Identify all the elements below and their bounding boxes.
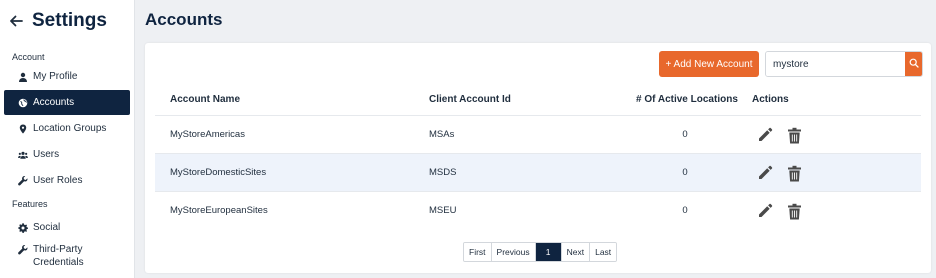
search-button[interactable] [905,52,922,76]
sidebar-item-users[interactable]: Users [4,142,130,167]
pagination-first[interactable]: First [464,243,492,261]
pagination: First Previous 1 Next Last [463,242,618,262]
back-arrow-icon[interactable] [8,13,24,29]
globe-icon [18,98,28,108]
account-name-cell: MyStoreAmericas [170,129,245,140]
header-account-name[interactable]: Account Name [170,94,240,105]
map-pin-icon [18,124,28,134]
sidebar-item-location-groups[interactable]: Location Groups [4,116,130,141]
table-row: MyStoreAmericas MSAs 0 [155,115,921,153]
accounts-card: + Add New Account Account Name Client Ac… [145,43,931,273]
client-id-cell: MSAs [429,129,455,140]
search-box [765,51,923,77]
sidebar-item-label: Social [33,222,61,233]
account-name-cell: MyStoreEuropeanSites [170,205,268,216]
pagination-next[interactable]: Next [561,243,591,261]
sidebar-item-label: User Roles [33,175,83,186]
edit-icon[interactable] [756,201,774,221]
client-id-cell: MSDS [429,167,457,178]
sidebar-title: Settings [32,10,107,31]
section-account-label: Account [12,52,45,62]
locations-cell: 0 [682,167,688,178]
search-icon [909,55,919,73]
pagination-last[interactable]: Last [590,243,617,261]
client-id-cell: MSEU [429,205,457,216]
sidebar-item-label: Users [33,149,60,160]
sidebar-item-social[interactable]: Social [4,215,130,240]
sidebar-item-label: My Profile [33,71,78,82]
user-icon [18,72,28,82]
pagination-previous[interactable]: Previous [491,243,536,261]
sidebar-item-label: Location Groups [33,123,107,134]
add-new-account-button[interactable]: + Add New Account [659,51,759,77]
account-name-cell: MyStoreDomesticSites [170,167,267,178]
sidebar-item-accounts[interactable]: Accounts [4,90,130,115]
table-row: MyStoreEuropeanSites MSEU 0 [155,191,921,229]
sidebar-header: Settings [0,0,134,42]
trash-icon[interactable] [785,201,803,221]
users-icon [18,150,28,160]
page-title: Accounts [145,10,223,29]
header-active-locations[interactable]: # Of Active Locations [636,94,738,105]
section-features-label: Features [12,199,48,209]
gear-icon [18,222,28,233]
wrench-icon [18,245,28,255]
search-input[interactable] [766,52,905,76]
edit-icon[interactable] [756,163,774,183]
locations-cell: 0 [682,205,688,216]
sidebar-item-my-profile[interactable]: My Profile [4,64,130,89]
wrench-icon [18,175,28,186]
table-row: MyStoreDomesticSites MSDS 0 [155,153,921,191]
sidebar-item-third-party-credentials[interactable]: Third-Party Credentials [4,241,130,271]
locations-cell: 0 [682,129,688,140]
sidebar-item-user-roles[interactable]: User Roles [4,168,130,193]
header-client-account-id[interactable]: Client Account Id [429,94,511,105]
trash-icon[interactable] [785,163,803,183]
sidebar: Settings Account My Profile Accounts Loc… [0,0,135,278]
sidebar-item-label: Third-Party Credentials [33,244,84,268]
edit-icon[interactable] [756,125,774,145]
sidebar-item-label: Accounts [33,97,75,108]
header-actions: Actions [752,94,789,105]
trash-icon[interactable] [785,125,803,145]
pagination-current-page[interactable]: 1 [535,243,562,261]
